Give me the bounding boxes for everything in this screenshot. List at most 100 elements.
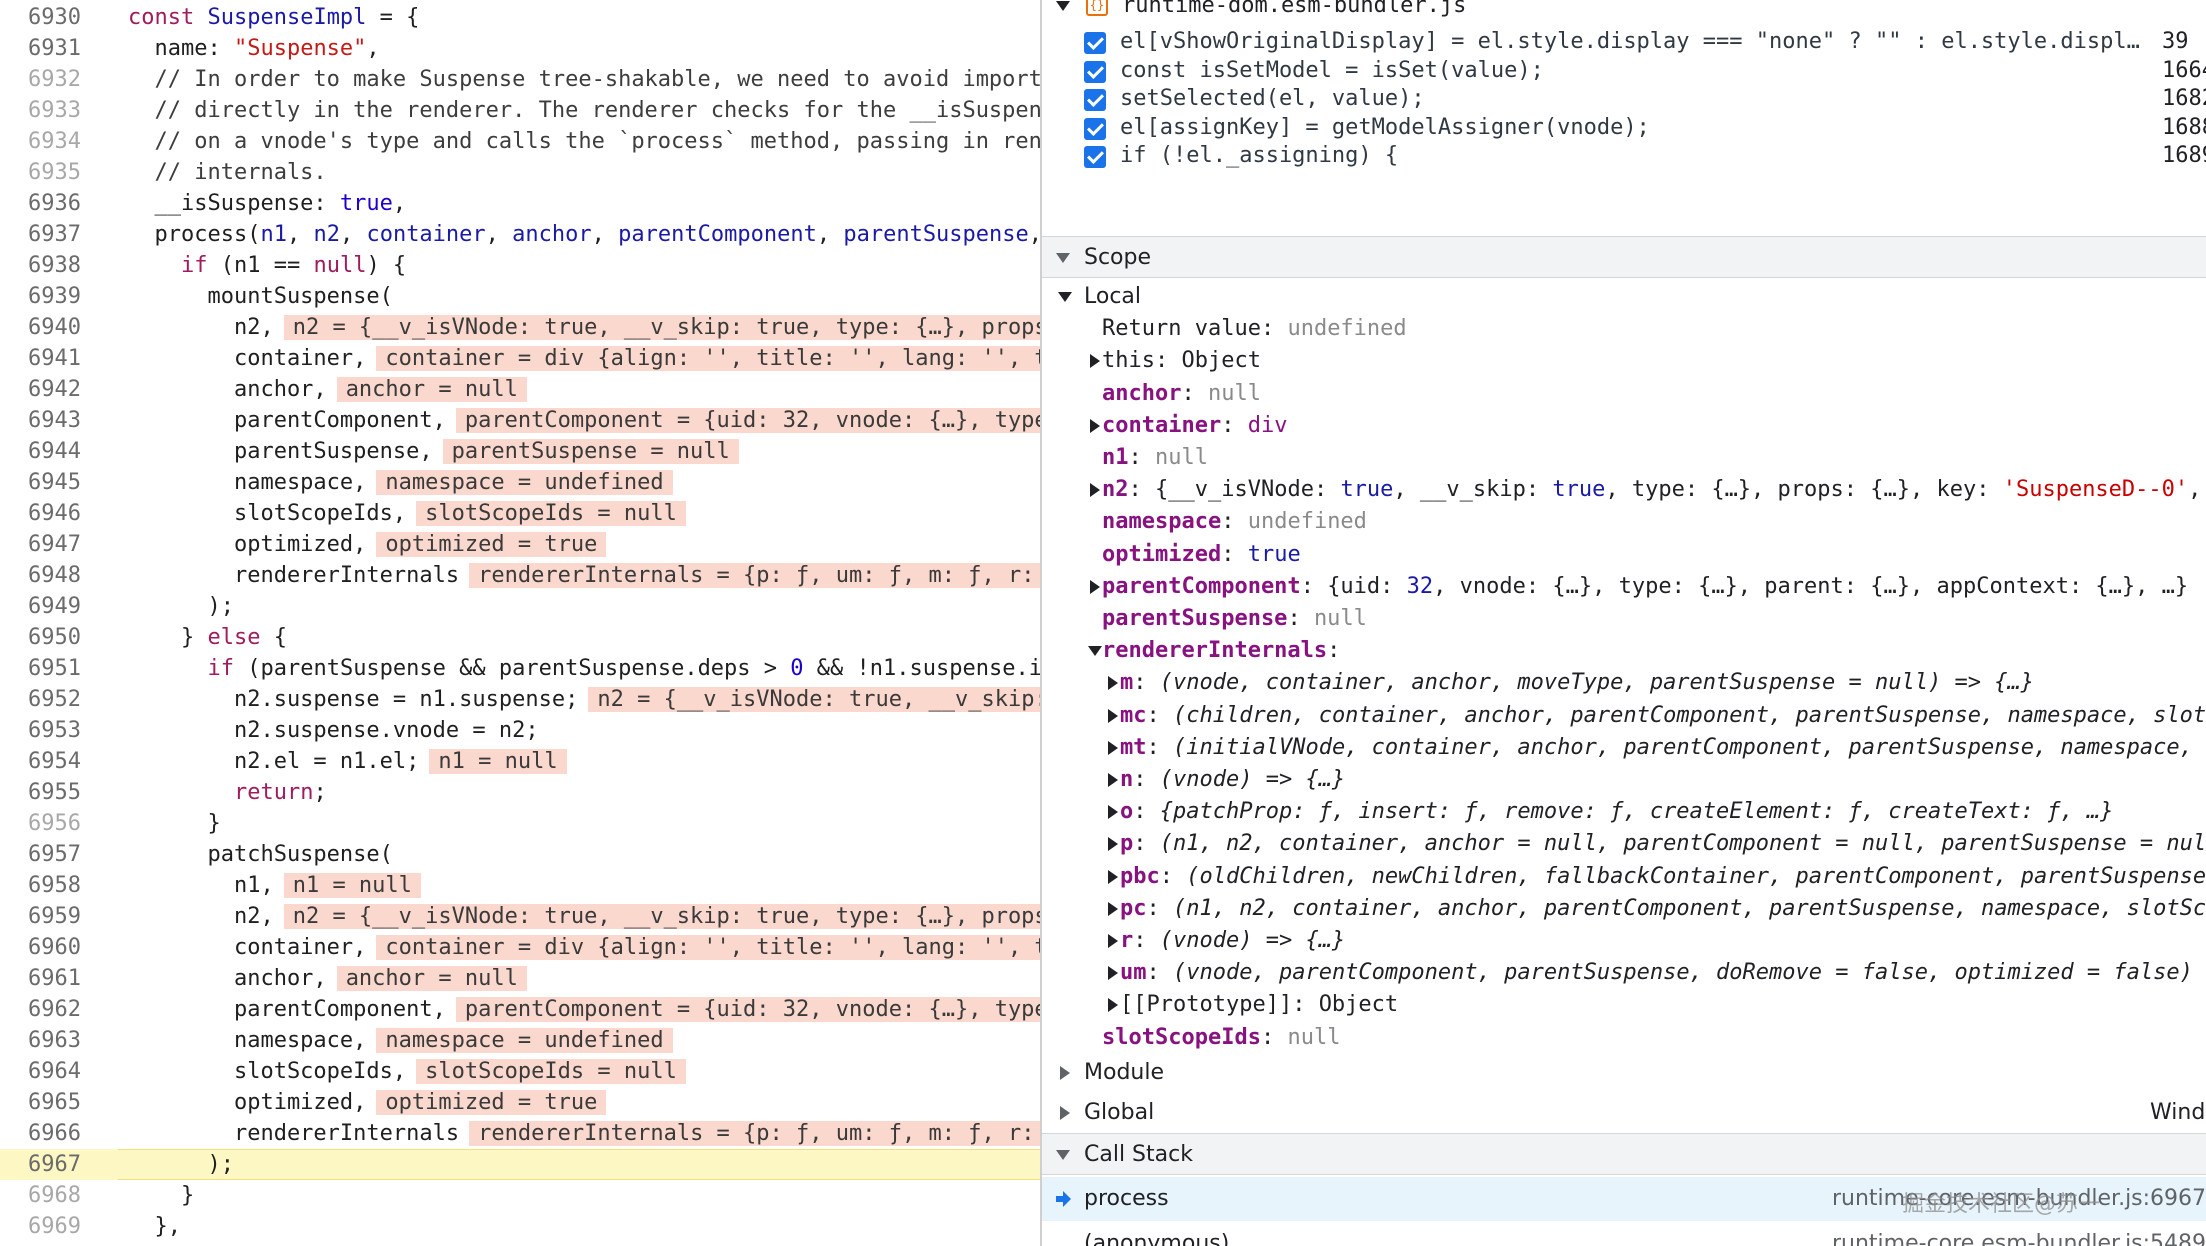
code-line[interactable]: 6930 const SuspenseImpl = { — [0, 2, 1040, 33]
line-number[interactable]: 6945 — [0, 467, 82, 498]
scope-global-row[interactable]: Global Window — [1042, 1093, 2206, 1133]
line-number[interactable]: 6938 — [0, 250, 82, 281]
scope-var-container[interactable]: container: div — [1042, 410, 2206, 442]
expand-triangle-icon[interactable] — [1090, 579, 1100, 594]
code-line[interactable]: 6943 parentComponent, parentComponent = {… — [0, 405, 1040, 436]
code-line[interactable]: 6959 n2, n2 = {__v_isVNode: true, __v_ski… — [0, 901, 1040, 932]
expand-triangle-icon[interactable] — [1090, 483, 1100, 498]
line-number[interactable]: 6930 — [0, 2, 82, 33]
expand-triangle-icon[interactable] — [1090, 354, 1100, 369]
line-number[interactable]: 6939 — [0, 281, 82, 312]
line-number[interactable]: 6946 — [0, 498, 82, 529]
code-line[interactable]: 6963 namespace, namespace = undefined — [0, 1025, 1040, 1056]
code-line[interactable]: 6939 mountSuspense( — [0, 281, 1040, 312]
code-line[interactable]: 6951 if (parentSuspense && parentSuspens… — [0, 653, 1040, 684]
line-number[interactable]: 6941 — [0, 343, 82, 374]
line-number[interactable]: 6968 — [0, 1180, 82, 1211]
renderer-internals-item[interactable]: m: (vnode, container, anchor, moveType, … — [1042, 667, 2206, 699]
line-number[interactable]: 6958 — [0, 870, 82, 901]
line-number[interactable]: 6969 — [0, 1211, 82, 1242]
code-line[interactable]: 6945 namespace, namespace = undefined — [0, 467, 1040, 498]
line-number[interactable]: 6966 — [0, 1118, 82, 1149]
renderer-internals-item[interactable]: p: (n1, n2, container, anchor = null, pa… — [1042, 828, 2206, 860]
line-number[interactable]: 6933 — [0, 95, 82, 126]
code-line[interactable]: 6968 } — [0, 1180, 1040, 1211]
collapse-triangle-icon[interactable] — [1056, 1, 1070, 11]
breakpoint-checkbox[interactable] — [1084, 146, 1106, 169]
renderer-internals-item[interactable]: um: (vnode, parentComponent, parentSuspe… — [1042, 957, 2206, 989]
line-number[interactable]: 6962 — [0, 994, 82, 1025]
call-stack-section-header[interactable]: Call Stack — [1042, 1133, 2206, 1175]
line-number[interactable]: 6935 — [0, 157, 82, 188]
code-line[interactable]: 6948 rendererInternals rendererInternals … — [0, 560, 1040, 591]
line-number[interactable]: 6950 — [0, 622, 82, 653]
code-line[interactable]: 6969 }, — [0, 1211, 1040, 1242]
expand-triangle-icon[interactable] — [1090, 418, 1100, 433]
code-line[interactable]: 6936 __isSuspense: true, — [0, 188, 1040, 219]
line-number[interactable]: 6942 — [0, 374, 82, 405]
expand-triangle-icon[interactable] — [1108, 934, 1118, 948]
scope-var-renderer-internals[interactable]: rendererInternals: — [1042, 635, 2206, 667]
renderer-internals-item[interactable]: mt: (initialVNode, container, anchor, pa… — [1042, 732, 2206, 764]
expand-triangle-icon[interactable] — [1108, 837, 1118, 852]
line-number[interactable]: 6940 — [0, 312, 82, 343]
line-number[interactable]: 6931 — [0, 33, 82, 64]
line-number[interactable]: 6944 — [0, 436, 82, 467]
line-number[interactable]: 6956 — [0, 808, 82, 839]
line-number[interactable]: 6936 — [0, 188, 82, 219]
renderer-internals-item[interactable]: r: (vnode) => {…} — [1042, 925, 2206, 957]
collapse-triangle-icon[interactable] — [1058, 292, 1072, 302]
code-line[interactable]: 6934 // on a vnode's type and calls the … — [0, 126, 1040, 157]
code-line[interactable]: 6953 n2.suspense.vnode = n2; — [0, 715, 1040, 746]
collapse-triangle-icon[interactable] — [1056, 1150, 1070, 1160]
expand-triangle-icon[interactable] — [1108, 869, 1118, 884]
scope-var-n2[interactable]: n2: {__v_isVNode: true, __v_skip: true, … — [1042, 474, 2206, 506]
collapse-triangle-icon[interactable] — [1056, 253, 1070, 263]
line-number[interactable]: 6943 — [0, 405, 82, 436]
code-line[interactable]: 6955 return; — [0, 777, 1040, 808]
code-line[interactable]: 6935 // internals. — [0, 157, 1040, 188]
expand-triangle-icon[interactable] — [1108, 676, 1118, 691]
source-editor[interactable]: 6930 const SuspenseImpl = {6931 name: "Su… — [0, 0, 1040, 1246]
scope-local-header[interactable]: Local — [1042, 281, 2206, 313]
scope-section-header[interactable]: Scope — [1042, 236, 2206, 278]
code-line[interactable]: 6960 container, container = div {align: '… — [0, 932, 1040, 963]
line-number[interactable]: 6948 — [0, 560, 82, 591]
scope-var-this[interactable]: this: Object — [1042, 345, 2206, 377]
call-stack-frame-location[interactable]: runtime-core.esm-bundler.js:5489 — [1832, 1222, 2206, 1246]
code-line[interactable]: 6952 n2.suspense = n1.suspense; n2 = {__v… — [0, 684, 1040, 715]
code-line[interactable]: 6965 optimized, optimized = true — [0, 1087, 1040, 1118]
code-line[interactable]: 6956 } — [0, 808, 1040, 839]
expand-triangle-icon[interactable] — [1108, 966, 1118, 981]
line-number[interactable]: 6954 — [0, 746, 82, 777]
line-number[interactable]: 6937 — [0, 219, 82, 250]
code-line[interactable]: 6937 process(n1, n2, container, anchor, … — [0, 219, 1040, 250]
expand-triangle-icon[interactable] — [1060, 1106, 1070, 1120]
line-number[interactable]: 6953 — [0, 715, 82, 746]
code-line[interactable]: 6970 hydrate: hydrateSuspense, — [0, 1242, 1040, 1246]
code-line[interactable]: 6946 slotScopeIds, slotScopeIds = null — [0, 498, 1040, 529]
code-line[interactable]: 6944 parentSuspense, parentSuspense = nul… — [0, 436, 1040, 467]
code-line-current[interactable]: 6967 ); — [0, 1149, 1040, 1180]
code-line[interactable]: 6947 optimized, optimized = true — [0, 529, 1040, 560]
renderer-internals-item[interactable]: mc: (children, container, anchor, parent… — [1042, 700, 2206, 732]
code-line[interactable]: 6954 n2.el = n1.el; n1 = null — [0, 746, 1040, 777]
code-line[interactable]: 6961 anchor, anchor = null — [0, 963, 1040, 994]
line-number[interactable]: 6959 — [0, 901, 82, 932]
line-number[interactable]: 6949 — [0, 591, 82, 622]
line-number[interactable]: 6952 — [0, 684, 82, 715]
line-number[interactable]: 6951 — [0, 653, 82, 684]
line-number[interactable]: 6955 — [0, 777, 82, 808]
expand-triangle-icon[interactable] — [1108, 773, 1118, 787]
code-line[interactable]: 6942 anchor, anchor = null — [0, 374, 1040, 405]
code-line[interactable]: 6949 ); — [0, 591, 1040, 622]
code-line[interactable]: 6938 if (n1 == null) { — [0, 250, 1040, 281]
renderer-internals-item[interactable]: pc: (n1, n2, container, anchor, parentCo… — [1042, 893, 2206, 925]
code-line[interactable]: 6958 n1, n1 = null — [0, 870, 1040, 901]
code-line[interactable]: 6940 n2, n2 = {__v_isVNode: true, __v_ski… — [0, 312, 1040, 343]
code-line[interactable]: 6931 name: "Suspense", — [0, 33, 1040, 64]
code-line[interactable]: 6957 patchSuspense( — [0, 839, 1040, 870]
expand-triangle-icon[interactable] — [1108, 805, 1118, 820]
breakpoint-item[interactable]: if (!el._assigning) {1689 — [1042, 136, 2206, 176]
line-number[interactable]: 6964 — [0, 1056, 82, 1087]
